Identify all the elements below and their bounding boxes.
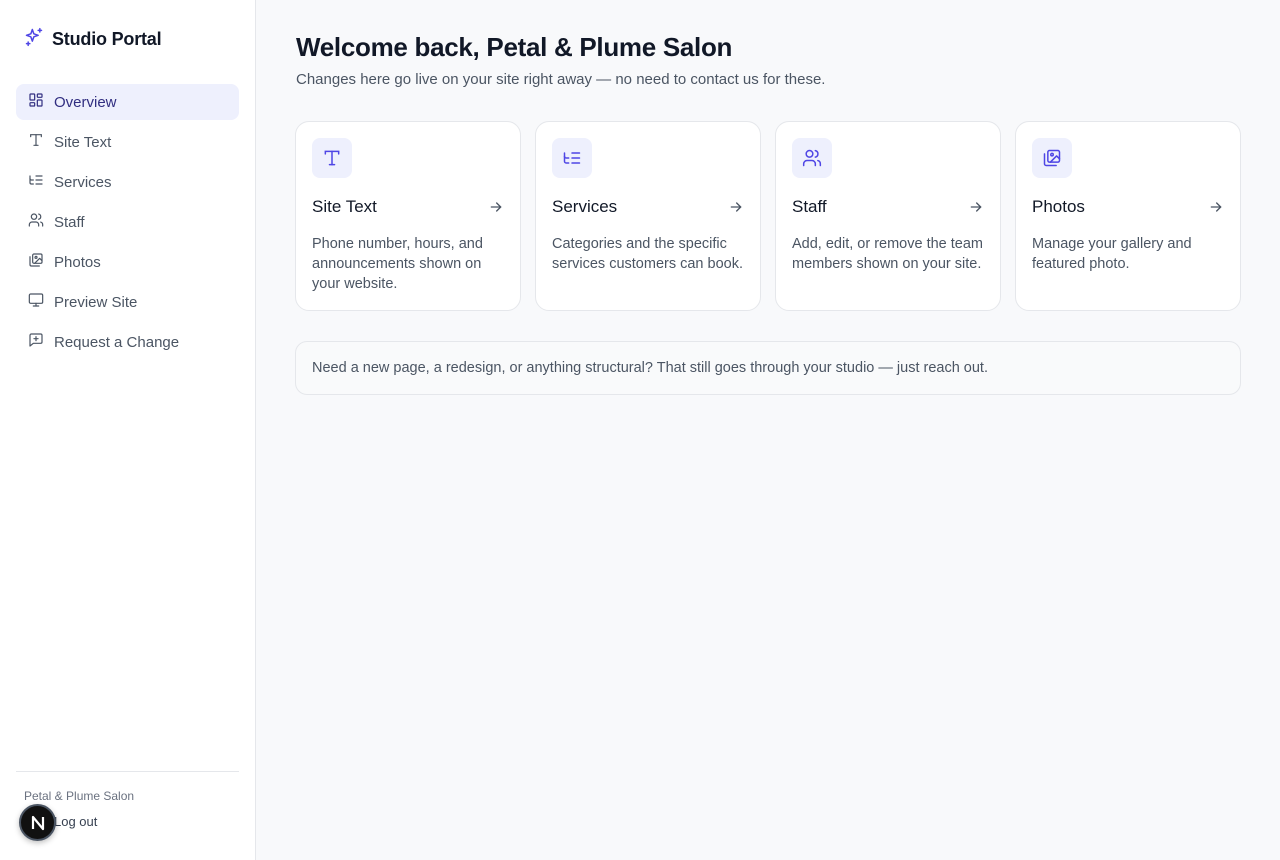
users-icon (792, 138, 832, 178)
business-name: Petal & Plume Salon (24, 789, 135, 803)
sidebar-item-label: Preview Site (54, 293, 138, 311)
card-title: Site Text (312, 197, 377, 216)
arrow-right-icon (730, 202, 742, 212)
brand-title: Studio Portal (52, 29, 162, 49)
sidebar-item-preview-site[interactable]: Preview Site (16, 284, 239, 320)
type-icon (312, 138, 352, 178)
sidebar-item-request-change[interactable]: Request a Change (16, 324, 239, 360)
arrow-right-icon (490, 202, 502, 212)
card-description: Categories and the specific services cus… (552, 236, 743, 272)
sidebar-item-label: Request a Change (54, 333, 180, 351)
avatar-initial-icon (31, 815, 44, 830)
brand[interactable]: Studio Portal (24, 27, 162, 52)
arrow-right-icon (970, 202, 982, 212)
users-icon (28, 212, 44, 232)
sidebar-item-site-text[interactable]: Site Text (16, 124, 239, 160)
images-icon (28, 252, 44, 272)
card-photos[interactable]: Photos Manage your gallery and featured … (1015, 121, 1241, 311)
sidebar-item-label: Photos (54, 253, 101, 271)
list-tree-icon (28, 172, 44, 192)
logout-link[interactable]: Log out (54, 814, 97, 829)
sidebar-item-photos[interactable]: Photos (16, 244, 239, 280)
monitor-icon (28, 292, 44, 312)
card-title: Photos (1032, 197, 1085, 216)
sidebar-item-services[interactable]: Services (16, 164, 239, 200)
dashboard-icon (28, 92, 44, 112)
images-icon (1032, 138, 1072, 178)
arrow-right-icon (1210, 202, 1222, 212)
avatar[interactable] (19, 804, 56, 841)
sidebar-item-overview[interactable]: Overview (16, 84, 239, 120)
card-title: Services (552, 197, 618, 216)
page-title: Welcome back, Petal & Plume Salon (296, 32, 733, 62)
notice-text: Need a new page, a redesign, or anything… (312, 360, 988, 376)
sidebar-footer: Petal & Plume Salon Log out (16, 771, 239, 829)
sparkles-icon (24, 27, 44, 52)
card-description: Phone number, hours, and announcements s… (312, 236, 483, 292)
message-plus-icon (28, 332, 44, 352)
sidebar-item-label: Staff (54, 213, 85, 231)
sidebar: Studio Portal Overview Site Text Service… (0, 0, 256, 860)
type-icon (28, 132, 44, 152)
sidebar-item-label: Site Text (54, 133, 112, 151)
card-staff[interactable]: Staff Add, edit, or remove the team memb… (775, 121, 1001, 311)
card-services[interactable]: Services Categories and the specific ser… (535, 121, 761, 311)
page-subtitle: Changes here go live on your site right … (296, 71, 826, 88)
card-site-text[interactable]: Site Text Phone number, hours, and annou… (295, 121, 521, 311)
card-description: Manage your gallery and featured photo. (1032, 236, 1192, 272)
sidebar-item-staff[interactable]: Staff (16, 204, 239, 240)
list-tree-icon (552, 138, 592, 178)
sidebar-item-label: Services (54, 173, 112, 191)
card-description: Add, edit, or remove the team members sh… (792, 236, 984, 272)
sidebar-item-label: Overview (54, 93, 117, 111)
structural-change-notice: Need a new page, a redesign, or anything… (295, 341, 1241, 395)
sidebar-nav: Overview Site Text Services Staff Photos… (16, 84, 239, 364)
card-title: Staff (792, 197, 827, 216)
